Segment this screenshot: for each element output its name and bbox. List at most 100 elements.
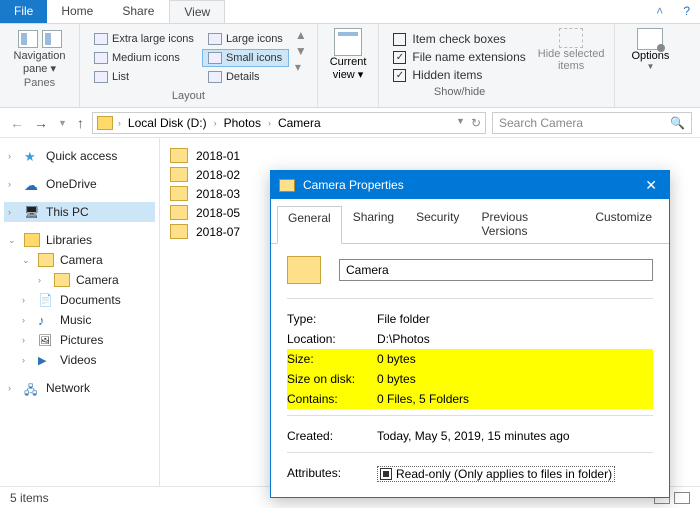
search-icon: 🔍 [670,116,685,130]
contains-value: 0 Files, 5 Folders [377,392,469,406]
current-view-button[interactable]: Current view ▾ [324,28,373,81]
folder-name-input[interactable] [339,259,653,281]
chevron-right-icon[interactable]: › [115,118,124,128]
search-placeholder: Search Camera [499,116,583,130]
navigation-pane-button[interactable]: Navigation pane ▾ [14,50,66,75]
tristate-icon [380,468,392,480]
properties-dialog: Camera Properties ✕ General Sharing Secu… [270,170,670,498]
location-value: D:\Photos [377,332,430,346]
tree-camera[interactable]: ⌄Camera [4,250,155,270]
type-label: Type: [287,312,377,326]
file-name-extensions-toggle[interactable]: ✓File name extensions [393,48,525,66]
address-dropdown-icon[interactable]: ▼ [456,116,465,130]
crumb-photos[interactable]: Photos [222,116,263,130]
panes-group-label: Panes [24,75,55,91]
hide-icon [559,28,583,48]
tree-camera-sub[interactable]: ›Camera [4,270,155,290]
tree-documents[interactable]: ›Documents [4,290,155,310]
location-label: Location: [287,332,377,346]
libraries-icon [24,233,40,247]
item-check-boxes-toggle[interactable]: Item check boxes [393,30,525,48]
breadcrumb[interactable]: › Local Disk (D:) › Photos › Camera ▼ ↻ [92,112,486,134]
size-label: Size: [287,352,377,366]
dialog-title: Camera Properties [303,178,404,192]
crumb-drive[interactable]: Local Disk (D:) [126,116,209,130]
star-icon [24,149,40,163]
nav-tree: ›Quick access ›OneDrive ›This PC ⌄Librar… [0,138,160,486]
pc-icon [24,205,40,219]
recent-dropdown[interactable]: ▼ [56,118,69,128]
ribbon-collapse-icon[interactable]: ˄ [646,0,673,23]
dialog-tabs: General Sharing Security Previous Versio… [271,199,669,244]
size-on-disk-label: Size on disk: [287,372,377,386]
tree-music[interactable]: ›Music [4,310,155,330]
tab-sharing[interactable]: Sharing [342,205,405,243]
dialog-titlebar[interactable]: Camera Properties ✕ [271,171,669,199]
layout-scroll[interactable]: ▲▼▾ [291,28,311,74]
status-text: 5 items [10,491,49,505]
tree-onedrive[interactable]: ›OneDrive [4,174,155,194]
title-tabs: File Home Share View ˄ ? [0,0,700,24]
checkbox-icon [393,33,406,46]
tree-pictures[interactable]: ›Pictures [4,330,155,350]
folder-icon [287,256,321,284]
folder-icon [38,253,54,267]
size-on-disk-value: 0 bytes [377,372,416,386]
share-tab[interactable]: Share [108,0,169,23]
folder-icon [170,186,188,201]
created-label: Created: [287,429,377,443]
preview-pane-icon[interactable] [18,30,38,48]
up-button[interactable]: ↑ [75,115,86,131]
size-value: 0 bytes [377,352,416,366]
showhide-group-label: Show/hide [393,84,525,100]
help-icon[interactable]: ? [673,0,700,23]
folder-icon [170,148,188,163]
created-value: Today, May 5, 2019, 15 minutes ago [377,429,570,443]
details-pane-icon[interactable] [42,30,62,48]
hidden-items-toggle[interactable]: ✓Hidden items [393,66,525,84]
drive-icon [97,116,113,130]
dialog-body: Type:File folder Location:D:\Photos Size… [271,244,669,497]
tab-customize[interactable]: Customize [584,205,663,243]
tree-videos[interactable]: ›Videos [4,350,155,370]
search-input[interactable]: Search Camera 🔍 [492,112,692,134]
music-icon [38,313,54,327]
close-icon[interactable]: ✕ [641,177,661,194]
cloud-icon [24,177,40,191]
layout-small[interactable]: Small icons [202,49,289,67]
layout-medium[interactable]: Medium icons [88,49,200,67]
chevron-right-icon[interactable]: › [211,118,220,128]
forward-button[interactable]: → [32,115,50,131]
contains-label: Contains: [287,392,377,406]
tab-general[interactable]: General [277,206,342,244]
layout-details[interactable]: Details [202,68,289,86]
tab-security[interactable]: Security [405,205,470,243]
back-button[interactable]: ← [8,115,26,131]
tab-previous-versions[interactable]: Previous Versions [470,205,584,243]
tree-network[interactable]: ›Network [4,378,155,398]
tree-libraries[interactable]: ⌄Libraries [4,230,155,250]
refresh-icon[interactable]: ↻ [471,116,481,130]
thumbnails-view-icon[interactable] [674,492,690,504]
view-tab[interactable]: View [169,0,225,23]
tree-this-pc[interactable]: ›This PC [4,202,155,222]
chevron-right-icon[interactable]: › [265,118,274,128]
type-value: File folder [377,312,430,326]
ribbon: Navigation pane ▾ Panes Extra large icon… [0,24,700,108]
address-bar: ← → ▼ ↑ › Local Disk (D:) › Photos › Cam… [0,108,700,138]
crumb-camera[interactable]: Camera [276,116,323,130]
videos-icon [38,353,54,367]
file-tab[interactable]: File [0,0,47,23]
layout-list[interactable]: List [88,68,200,86]
layout-extra-large[interactable]: Extra large icons [88,30,200,48]
folder-icon [170,224,188,239]
layout-large[interactable]: Large icons [202,30,289,48]
home-tab[interactable]: Home [47,0,108,23]
pictures-icon [38,333,54,347]
list-item[interactable]: 2018-01 [170,146,690,165]
tree-quick-access[interactable]: ›Quick access [4,146,155,166]
attributes-label: Attributes: [287,466,377,482]
readonly-checkbox[interactable]: Read-only (Only applies to files in fold… [377,466,615,482]
layout-group-label: Layout [172,88,205,104]
options-button[interactable]: Options▼ [621,28,679,71]
